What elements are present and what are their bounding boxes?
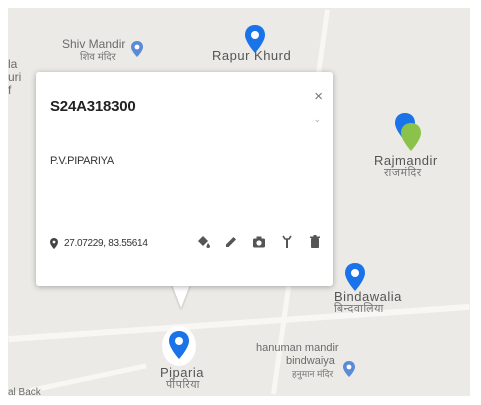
info-popup: S24A318300 × ⌄ P.V.PIPARIYA 27.07229, 83… — [36, 72, 333, 286]
location-pin-icon[interactable] — [168, 330, 190, 360]
location-pin-icon — [50, 238, 58, 249]
close-icon[interactable]: × — [314, 88, 323, 105]
popup-coords: 27.07229, 83.55614 — [50, 238, 148, 249]
place-label-piparia: Piparia पीपरिया — [160, 365, 204, 391]
place-label-shiv-mandir: Shiv Mandir शिव मंदिर — [62, 37, 126, 64]
trash-icon[interactable] — [306, 233, 324, 251]
location-pin-icon[interactable] — [244, 24, 266, 54]
popup-id: S24A318300 — [50, 98, 136, 115]
place-marker-icon[interactable] — [342, 360, 356, 378]
paint-bucket-icon[interactable] — [194, 233, 212, 251]
popup-name: P.V.PIPARIYA — [50, 155, 114, 167]
pencil-icon[interactable] — [222, 233, 240, 251]
place-label-bindawalia: Bindawalia बिन्दवालिया — [334, 289, 402, 315]
scroll-down-icon[interactable]: ⌄ — [313, 114, 321, 125]
location-pin-icon[interactable] — [344, 262, 366, 292]
location-pin-green-icon[interactable] — [400, 122, 422, 152]
place-label-left: la uri f — [8, 57, 22, 97]
place-label-bottom-left: al Back — [8, 387, 41, 396]
place-marker-icon[interactable] — [130, 40, 144, 58]
popup-toolbar — [194, 233, 324, 251]
place-label-rajmandir: Rajmandir राजमंदिर — [374, 153, 438, 179]
place-label-hanuman-mandir: hanuman mandir bindwaiya हनुमान मंदिर — [256, 342, 339, 379]
camera-icon[interactable] — [250, 233, 268, 251]
wrench-icon[interactable] — [278, 233, 296, 251]
